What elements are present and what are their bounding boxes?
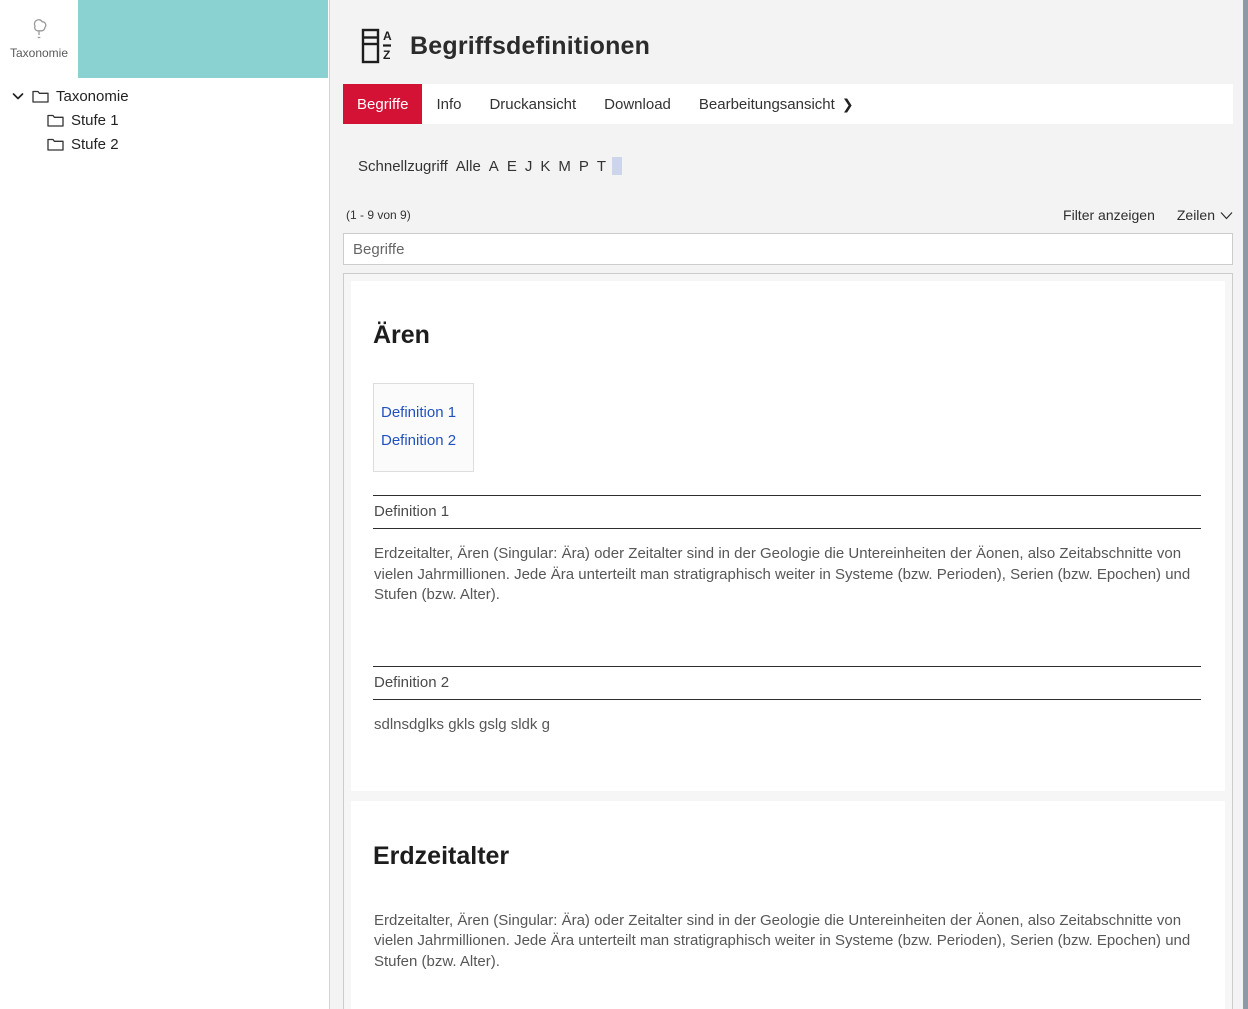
definition-text: Erdzeitalter, Ären (Singular: Ära) oder … [374,911,1201,973]
tree-item-stufe-1[interactable]: Stufe 1 [0,108,329,132]
sidebar: Taxonomie Taxonomie Stufe 1 [0,0,330,1009]
definition-label: Definition 1 [373,496,1201,529]
table-column-header: Begriffe [343,233,1233,265]
quick-access-bar: Schnellzugriff Alle A E J K M P T [358,157,1233,175]
folder-icon [47,137,64,151]
definition-1-link[interactable]: Definition 1 [381,404,456,421]
definition-label: Definition 2 [373,667,1201,700]
definition-links-box: Definition 1 Definition 2 [373,383,474,472]
rows-toggle[interactable]: Zeilen [1177,207,1233,223]
tree-item-stufe-2[interactable]: Stufe 2 [0,132,329,156]
tab-bar: Begriffe Info Druckansicht Download Bear… [343,84,1233,124]
folder-icon [47,113,64,127]
results-count: (1 - 9 von 9) [343,208,411,222]
chevron-down-icon[interactable] [11,89,25,103]
definition-1-section: Definition 1 Erdzeitalter, Ären (Singula… [373,495,1201,643]
scrollbar-thumb[interactable] [1243,0,1248,1009]
term-title: Erdzeitalter [373,842,1201,871]
term-card-erdzeitalter: Erdzeitalter Erdzeitalter, Ären (Singula… [351,801,1225,1009]
arrow-right-icon: ❯ [842,96,854,113]
quick-access-letter-t[interactable]: T [597,158,606,175]
term-title: Ären [373,321,1201,350]
taxonomy-panel-button[interactable]: Taxonomie [0,0,78,78]
tree-item-label: Stufe 1 [71,112,119,129]
tree-item-taxonomie[interactable]: Taxonomie [0,84,329,108]
tab-info[interactable]: Info [422,84,475,124]
quick-access-letter-p[interactable]: P [579,158,589,175]
rows-toggle-label: Zeilen [1177,207,1215,223]
term-card-aeren: Ären Definition 1 Definition 2 Definitio… [351,281,1225,791]
definition-2-section: Definition 2 sdlnsdglks gkls gslg sldk g [373,666,1201,736]
definition-text: Erdzeitalter, Ären (Singular: Ära) oder … [374,544,1201,606]
page-title: Begriffsdefinitionen [410,32,650,61]
tree-item-label: Stufe 2 [71,136,119,153]
main-content: A Z Begriffsdefinitionen Begriffe Info D… [331,0,1248,1009]
page-header: A Z Begriffsdefinitionen [331,0,1248,81]
tree-item-label: Taxonomie [56,88,129,105]
tree-icon [28,18,50,40]
quick-access-letter-a[interactable]: A [489,158,499,175]
sidebar-accent-block [78,0,328,78]
sidebar-header: Taxonomie [0,0,329,78]
quick-access-letter-e[interactable]: E [507,158,517,175]
tab-bearbeitungsansicht[interactable]: Bearbeitungsansicht ❯ [685,84,868,124]
quick-access-selection-highlight [612,157,622,175]
filter-toggle[interactable]: Filter anzeigen [1063,207,1155,223]
column-header-label: Begriffe [353,241,404,258]
quick-access-alle[interactable]: Alle [456,158,481,175]
quick-access-letter-m[interactable]: M [558,158,571,175]
filter-toggle-label: Filter anzeigen [1063,207,1155,223]
quick-access-letter-k[interactable]: K [540,158,550,175]
glossary-az-icon: A Z [360,27,396,65]
results-meta-row: (1 - 9 von 9) Filter anzeigen Zeilen [343,207,1233,223]
tab-druckansicht[interactable]: Druckansicht [475,84,590,124]
definition-2-link[interactable]: Definition 2 [381,432,456,449]
svg-text:Z: Z [383,48,390,62]
tab-label: Bearbeitungsansicht [699,96,835,113]
taxonomy-tree: Taxonomie Stufe 1 Stufe 2 [0,78,329,156]
taxonomy-panel-button-label: Taxonomie [10,46,68,60]
tab-download[interactable]: Download [590,84,685,124]
vertical-scrollbar[interactable] [1243,0,1248,1009]
svg-text:A: A [383,29,392,43]
results-list: Ären Definition 1 Definition 2 Definitio… [343,273,1233,1009]
folder-icon [32,89,49,103]
chevron-down-icon [1220,211,1233,220]
quick-access-letter-j[interactable]: J [525,158,533,175]
definition-text: sdlnsdglks gkls gslg sldk g [374,715,1201,736]
quick-access-label: Schnellzugriff [358,158,448,175]
tab-begriffe[interactable]: Begriffe [343,84,422,124]
